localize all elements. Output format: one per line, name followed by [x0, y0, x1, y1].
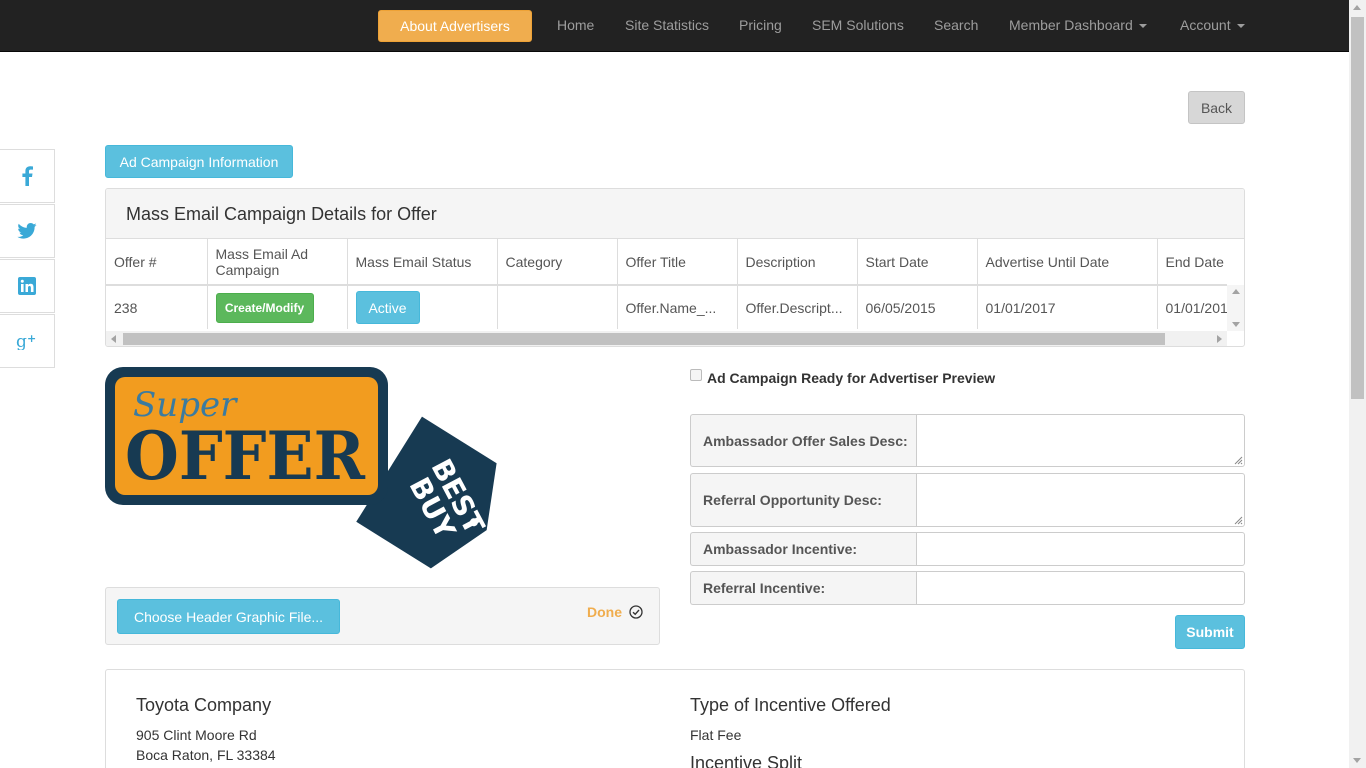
nav-member-dashboard-label: Member Dashboard	[1009, 17, 1133, 33]
offer-text: OFFER	[125, 417, 366, 495]
preview-ready-label: Ad Campaign Ready for Advertiser Preview	[707, 370, 996, 386]
active-status-button[interactable]: Active	[355, 291, 420, 324]
submit-button[interactable]: Submit	[1175, 615, 1245, 649]
google-plus-icon: g +	[16, 332, 36, 350]
back-button[interactable]: Back	[1188, 91, 1245, 124]
advertise-until-cell: 01/01/2017	[977, 285, 1158, 329]
table-horizontal-scrollbar[interactable]	[106, 331, 1227, 346]
status-cell: Active	[347, 285, 498, 329]
referral-incentive-input[interactable]	[916, 571, 1245, 605]
company-address-line2: Boca Raton, FL 33384	[136, 747, 276, 763]
column-header[interactable]: End Date	[1157, 239, 1227, 286]
incentive-type-title: Type of Incentive Offered	[690, 695, 891, 715]
nav-pricing-link[interactable]: Pricing	[739, 17, 782, 33]
caret-down-icon	[1138, 24, 1147, 29]
resize-grip-icon[interactable]	[1234, 516, 1243, 525]
ambassador-incentive-row: Ambassador Incentive:	[690, 532, 1245, 566]
panel-title: Mass Email Campaign Details for Offer	[106, 189, 1244, 239]
referral-incentive-row: Referral Incentive:	[690, 571, 1245, 605]
table-vertical-scrollbar[interactable]	[1227, 285, 1244, 331]
company-name: Toyota Company	[136, 695, 272, 715]
description-cell: Offer.Descript...	[737, 285, 858, 329]
caret-down-icon	[1236, 24, 1245, 29]
ad-campaign-information-button[interactable]: Ad Campaign Information	[105, 145, 293, 178]
end-date-cell: 01/01/201	[1157, 285, 1227, 329]
company-info-panel: Toyota Company 905 Clint Moore Rd Boca R…	[105, 669, 1245, 768]
scroll-down-arrow-icon[interactable]	[1232, 322, 1240, 327]
referral-opportunity-label: Referral Opportunity Desc:	[690, 473, 916, 527]
preview-ready-row: Ad Campaign Ready for Advertiser Preview	[690, 369, 996, 386]
column-header[interactable]: Category	[497, 239, 618, 286]
check-circle-icon	[629, 605, 643, 619]
nav-account-dropdown[interactable]: Account	[1180, 17, 1245, 33]
linkedin-icon	[18, 277, 36, 295]
nav-sem-solutions-link[interactable]: SEM Solutions	[812, 17, 904, 33]
super-offer-best-buy-graphic: BEST BUY Super OFFER	[105, 367, 497, 569]
nav-site-statistics-link[interactable]: Site Statistics	[625, 17, 709, 33]
nav-search-link[interactable]: Search	[934, 17, 978, 33]
top-navbar: About Advertisers Home Site Statistics P…	[0, 0, 1349, 52]
column-header[interactable]: Start Date	[857, 239, 978, 286]
done-indicator: Done	[587, 604, 643, 620]
facebook-icon	[22, 166, 33, 186]
svg-text:+: +	[27, 332, 36, 345]
table-header-row: Offer # Mass Email Ad Campaign Mass Emai…	[106, 239, 1227, 286]
nav-home-link[interactable]: Home	[557, 17, 594, 33]
scroll-left-arrow-icon[interactable]	[111, 335, 116, 343]
referral-incentive-label: Referral Incentive:	[690, 571, 916, 605]
offer-title-cell: Offer.Name_...	[617, 285, 738, 329]
horizontal-scrollbar-thumb[interactable]	[123, 333, 1165, 345]
column-header[interactable]: Description	[737, 239, 858, 286]
ambassador-offer-row: Ambassador Offer Sales Desc:	[690, 414, 1245, 467]
column-header[interactable]: Offer #	[106, 239, 208, 286]
twitter-share-button[interactable]	[0, 204, 55, 258]
nav-member-dashboard-dropdown[interactable]: Member Dashboard	[1009, 17, 1147, 33]
linkedin-share-button[interactable]	[0, 259, 55, 313]
incentive-split-title: Incentive Split	[690, 753, 803, 768]
scroll-right-arrow-icon[interactable]	[1217, 335, 1222, 343]
column-header[interactable]: Mass Email Status	[347, 239, 498, 286]
referral-opportunity-row: Referral Opportunity Desc:	[690, 473, 1245, 527]
table-row: 238 Create/Modify Active Offer.Name_... …	[106, 285, 1227, 329]
ambassador-incentive-input[interactable]	[916, 532, 1245, 566]
campaign-table: Offer # Mass Email Ad Campaign Mass Emai…	[106, 239, 1227, 329]
ambassador-incentive-label: Ambassador Incentive:	[690, 532, 916, 566]
resize-grip-icon[interactable]	[1234, 456, 1243, 465]
create-modify-button[interactable]: Create/Modify	[215, 292, 314, 323]
done-label: Done	[587, 604, 622, 620]
page-scrollbar[interactable]	[1349, 0, 1366, 768]
category-cell	[497, 285, 618, 329]
column-header[interactable]: Advertise Until Date	[977, 239, 1158, 286]
campaign-details-panel: Mass Email Campaign Details for Offer Of…	[105, 188, 1245, 347]
header-graphic-upload-box: Choose Header Graphic File... Done	[105, 587, 660, 645]
scroll-up-arrow-icon[interactable]	[1353, 5, 1361, 10]
twitter-icon	[17, 223, 37, 239]
nav-about-advertisers-button[interactable]: About Advertisers	[378, 10, 532, 42]
choose-header-graphic-button[interactable]: Choose Header Graphic File...	[117, 599, 340, 634]
start-date-cell: 06/05/2015	[857, 285, 978, 329]
company-address-line1: 905 Clint Moore Rd	[136, 727, 257, 743]
ambassador-offer-textarea[interactable]	[916, 414, 1245, 467]
scroll-up-arrow-icon[interactable]	[1232, 289, 1240, 294]
referral-opportunity-textarea[interactable]	[916, 473, 1245, 527]
column-header[interactable]: Mass Email Ad Campaign	[207, 239, 348, 286]
preview-ready-checkbox[interactable]	[690, 369, 702, 381]
scroll-down-arrow-icon[interactable]	[1353, 758, 1361, 763]
ambassador-offer-label: Ambassador Offer Sales Desc:	[690, 414, 916, 467]
svg-text:g: g	[16, 332, 27, 350]
nav-account-label: Account	[1180, 17, 1231, 33]
facebook-share-button[interactable]	[0, 149, 55, 203]
scrollbar-thumb[interactable]	[1351, 17, 1364, 399]
offer-number-cell: 238	[106, 285, 208, 329]
campaign-table-wrapper: Offer # Mass Email Ad Campaign Mass Emai…	[106, 239, 1227, 331]
google-plus-share-button[interactable]: g +	[0, 314, 55, 368]
column-header[interactable]: Offer Title	[617, 239, 738, 286]
incentive-type-value: Flat Fee	[690, 727, 742, 743]
campaign-cell: Create/Modify	[207, 285, 348, 329]
